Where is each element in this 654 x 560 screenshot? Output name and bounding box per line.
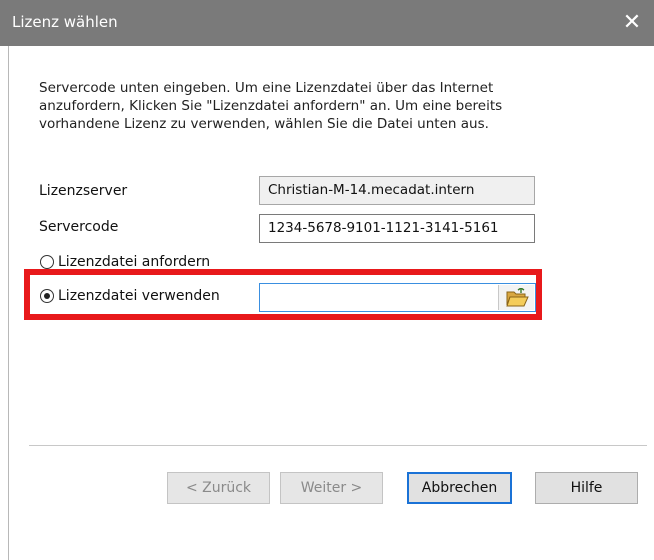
window-title: Lizenz wählen — [12, 13, 118, 31]
radio-button[interactable] — [40, 255, 54, 269]
instructions-line: Servercode unten eingeben. Um eine Lizen… — [39, 80, 494, 96]
back-button[interactable]: < Zurück — [167, 472, 270, 504]
close-icon[interactable]: ✕ — [610, 0, 654, 46]
server-code-label: Servercode — [39, 219, 119, 235]
browse-button[interactable] — [498, 285, 534, 310]
instructions-text: Servercode unten eingeben. Um eine Lizen… — [39, 79, 599, 133]
instructions-line: vorhandene Lizenz zu verwenden, wählen S… — [39, 116, 489, 132]
next-button[interactable]: Weiter > — [280, 472, 383, 504]
title-bar: Lizenz wählen ✕ — [0, 0, 654, 46]
footer-divider — [29, 445, 647, 446]
license-server-field: Christian-M-14.mecadat.intern — [259, 176, 535, 205]
cancel-button[interactable]: Abbrechen — [407, 472, 512, 504]
instructions-line: anzufordern, Klicken Sie "Lizenzdatei an… — [39, 98, 503, 114]
license-file-input[interactable] — [259, 283, 536, 312]
license-server-label: Lizenzserver — [39, 183, 128, 199]
server-code-field[interactable]: 1234-5678-9101-1121-3141-5161 — [259, 214, 535, 243]
help-button[interactable]: Hilfe — [535, 472, 638, 504]
folder-open-icon — [505, 287, 529, 306]
license-dialog-window: Lizenz wählen ✕ Servercode unten eingebe… — [0, 0, 654, 560]
radio-request-label: Lizenzdatei anfordern — [58, 254, 211, 270]
